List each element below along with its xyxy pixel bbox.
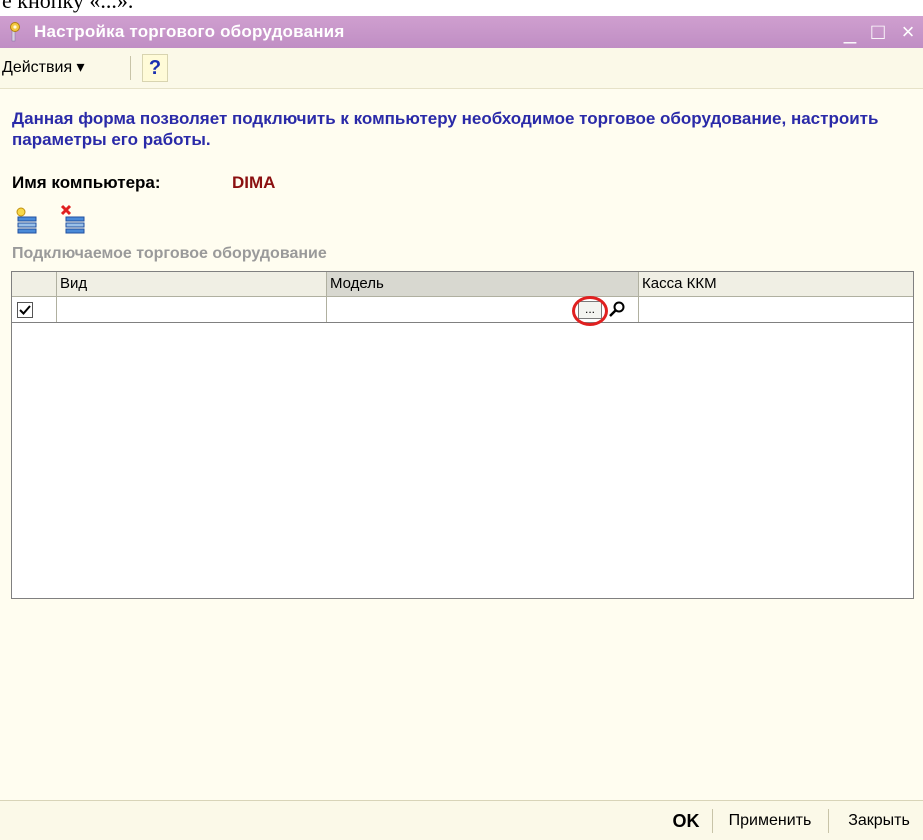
column-header-model[interactable]: Модель bbox=[326, 272, 638, 296]
add-row-icon[interactable] bbox=[14, 206, 40, 234]
bottom-button-bar: OK Применить Закрыть bbox=[0, 800, 923, 840]
vid-cell[interactable] bbox=[56, 297, 326, 322]
kassa-cell[interactable] bbox=[638, 297, 913, 322]
column-header-vid[interactable]: Вид bbox=[56, 272, 326, 296]
button-separator bbox=[712, 809, 713, 833]
delete-row-icon[interactable] bbox=[60, 204, 88, 234]
table-row[interactable]: ... bbox=[12, 296, 913, 326]
toolbar: Действия ▾ ? bbox=[0, 48, 923, 89]
table-header: Вид Модель Касса ККМ bbox=[12, 272, 913, 297]
button-separator bbox=[828, 809, 829, 833]
computer-name-label: Имя компьютера: bbox=[12, 173, 161, 192]
row-checkbox[interactable] bbox=[17, 302, 33, 318]
form-description: Данная форма позволяет подключить к комп… bbox=[12, 109, 879, 149]
row-checkbox-cell[interactable] bbox=[12, 297, 56, 322]
equipment-section-label: Подключаемое торговое оборудование bbox=[12, 245, 327, 262]
close-window-button[interactable]: × bbox=[896, 20, 920, 44]
minimize-button[interactable]: _ bbox=[838, 20, 862, 44]
computer-name-value: DIMA bbox=[232, 173, 276, 192]
search-icon[interactable] bbox=[607, 299, 627, 319]
actions-menu[interactable]: Действия ▾ bbox=[0, 55, 89, 81]
checkbox-column-header[interactable] bbox=[12, 272, 56, 296]
maximize-button[interactable]: □ bbox=[866, 20, 890, 44]
close-button[interactable]: Закрыть bbox=[836, 809, 922, 833]
settings-window: Настройка торгового оборудования _ □ × Д… bbox=[0, 16, 923, 840]
highlight-circle bbox=[572, 296, 608, 326]
ok-button[interactable]: OK bbox=[666, 809, 706, 833]
apply-button[interactable]: Применить bbox=[720, 809, 820, 833]
equipment-table: Вид Модель Касса ККМ ... bbox=[11, 271, 914, 599]
help-button[interactable]: ? bbox=[142, 54, 168, 82]
toolbar-separator bbox=[130, 56, 131, 80]
window-title: Настройка торгового оборудования bbox=[34, 22, 345, 41]
column-header-kassa[interactable]: Касса ККМ bbox=[638, 272, 913, 296]
instruction-fragment-text: е кнопку «...». bbox=[2, 0, 134, 13]
checkmark-icon bbox=[19, 305, 31, 315]
settings-gear-icon bbox=[10, 22, 20, 42]
title-bar[interactable]: Настройка торгового оборудования _ □ × bbox=[0, 16, 923, 48]
